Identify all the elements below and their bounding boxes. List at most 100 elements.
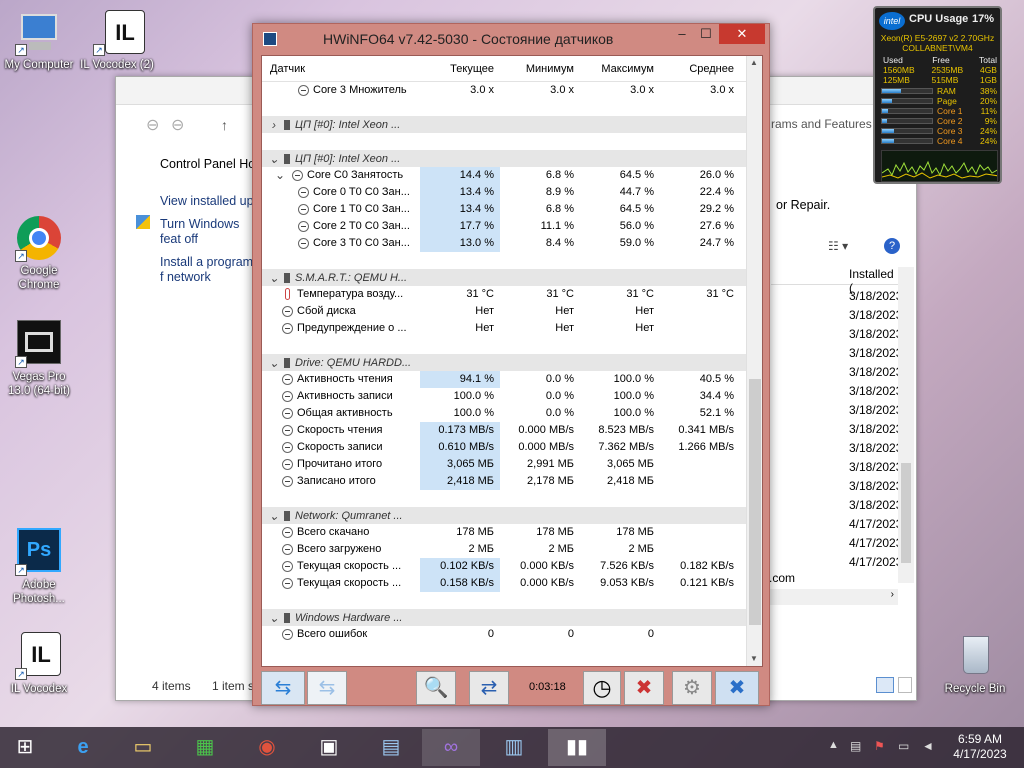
view-installed-updates-link[interactable]: View installed upd: [160, 194, 256, 208]
sensor-icon: [298, 203, 309, 215]
control-panel-home-link[interactable]: Control Panel Ho: [160, 157, 255, 171]
col-maximum[interactable]: Максимум: [580, 56, 660, 81]
start-button[interactable]: ⊞: [0, 729, 50, 766]
desktop-icon-label: My Computer: [4, 59, 74, 71]
usage-bar-fill: [882, 99, 892, 103]
desktop-icon-chrome[interactable]: ↗ Google Chrome: [0, 214, 78, 292]
collapse-chevron-icon[interactable]: ⌄: [268, 509, 280, 523]
sensor-row[interactable]: Активность чтения 94.1 % 0.0 % 100.0 % 40.5 …: [262, 370, 762, 388]
scroll-down-icon[interactable]: ▼: [750, 654, 758, 663]
value-current: 0.102 KB/s: [420, 557, 500, 575]
close-button[interactable]: ✕: [719, 24, 765, 44]
collapse-chevron-icon[interactable]: ⌄: [268, 611, 280, 625]
tray-doc-icon[interactable]: ▤: [850, 739, 861, 753]
sensor-row[interactable]: Всего скачано 178 МБ 178 МБ 178 МБ: [262, 524, 762, 541]
desktop-icon-il-vocodex[interactable]: IL ↗ IL Vocodex: [0, 632, 78, 696]
view-options-icon[interactable]: ☷ ▾: [828, 239, 848, 253]
explorer-vscroll[interactable]: [898, 267, 914, 583]
installed-on-header[interactable]: Installed (: [771, 263, 899, 295]
sensor-row[interactable]: Core 2 T0 C0 Зан... 17.7 % 11.1 % 56.0 % 27.…: [262, 217, 762, 235]
tray-chevron-icon[interactable]: ▲: [828, 739, 839, 751]
gadget-title: CPU Usage: [909, 13, 969, 25]
clock-button[interactable]: ◷: [583, 671, 621, 705]
sensor-row[interactable]: Прочитано итого 3,065 МБ 2,991 МБ 3,065 МБ: [262, 455, 762, 473]
desktop-icon-recycle-bin[interactable]: Recycle Bin: [936, 632, 1014, 696]
desktop-icon-photoshop[interactable]: Ps ↗ Adobe Photosh...: [0, 528, 78, 606]
turn-windows-features-link[interactable]: Turn Windows feat off: [160, 217, 255, 247]
sensor-row[interactable]: Всего ошибок 0 0 0: [262, 626, 762, 643]
tray-volume-icon[interactable]: ◄: [922, 739, 934, 753]
desktop-icon-vegas[interactable]: ↗ Vegas Pro 13.0 (64-bit): [0, 320, 78, 398]
collapse-arrows-button[interactable]: ⇆: [307, 671, 347, 705]
programs-features-breadcrumb[interactable]: rams and Features: [771, 117, 872, 131]
details-view-icon[interactable]: [876, 677, 894, 693]
sensor-row[interactable]: Записано итого 2,418 МБ 2,178 МБ 2,418 МБ: [262, 472, 762, 490]
sensor-row[interactable]: Core 3 T0 C0 Зан... 13.0 % 8.4 % 59.0 % 24.7…: [262, 234, 762, 252]
sensor-report-button[interactable]: 🔍: [416, 671, 456, 705]
sensor-row[interactable]: ⌄ Core C0 Занятость 14.4 % 6.8 % 64.5 % 26.0 …: [262, 166, 762, 184]
sensor-row[interactable]: Всего загружено 2 МБ 2 МБ 2 МБ: [262, 541, 762, 558]
back-icon[interactable]: ⊖: [146, 115, 159, 135]
exit-button[interactable]: ✖: [715, 671, 759, 705]
collapse-chevron-icon[interactable]: ⌄: [274, 168, 286, 182]
sensor-row[interactable]: Core 1 T0 C0 Зан... 13.4 % 6.8 % 64.5 % 29.2…: [262, 200, 762, 218]
explorer-hscroll[interactable]: ›: [766, 589, 898, 605]
help-icon[interactable]: ?: [884, 238, 900, 254]
sensor-row[interactable]: Общая активность 100.0 % 0.0 % 100.0 % 52.1 …: [262, 405, 762, 422]
maximize-button[interactable]: ☐: [693, 24, 719, 44]
network-button[interactable]: ⇄: [469, 671, 509, 705]
taskbar-chrome-icon[interactable]: ◉: [238, 729, 296, 766]
col-sensor[interactable]: Датчик: [262, 56, 420, 81]
sensor-vscroll[interactable]: ▲ ▼: [746, 56, 762, 666]
install-program-network-link[interactable]: Install a program f network: [160, 255, 255, 285]
sensor-group-header[interactable]: ⌄ Network: Qumranet ...: [262, 507, 762, 524]
reset-button[interactable]: ✖: [624, 671, 664, 705]
sensor-group-header[interactable]: ⌄ S.M.A.R.T.: QEMU H...: [262, 269, 762, 286]
desktop-icon-il-vocodex-2[interactable]: IL ↗ IL Vocodex (2): [78, 8, 156, 72]
sensor-group-header[interactable]: ⌄ Windows Hardware ...: [262, 609, 762, 626]
collapse-chevron-icon[interactable]: ⌄: [268, 356, 280, 370]
sensor-row[interactable]: Скорость записи 0.610 MB/s 0.000 MB/s 7.362…: [262, 438, 762, 456]
expand-arrows-button[interactable]: ⇆: [261, 671, 305, 705]
taskbar-ie-icon[interactable]: e: [54, 729, 112, 766]
sensor-row[interactable]: Температура возду... 31 °C 31 °C 31 °C 31 °C: [262, 286, 762, 303]
tray-network-icon[interactable]: ▭: [898, 739, 909, 753]
col-minimum[interactable]: Минимум: [500, 56, 580, 81]
tray-clock[interactable]: 6:59 AM 4/17/2023: [950, 732, 1010, 762]
sensor-icon: [282, 373, 293, 385]
taskbar-vegas-icon[interactable]: ▣: [300, 729, 358, 766]
collapse-chevron-icon[interactable]: ⌄: [268, 152, 280, 166]
value-current: 17.7 %: [420, 217, 500, 235]
col-average[interactable]: Среднее: [660, 56, 740, 81]
col-current[interactable]: Текущее: [420, 56, 500, 81]
expand-chevron-icon[interactable]: ›: [268, 118, 280, 132]
sensor-group-header[interactable]: › ЦП [#0]: Intel Xeon ...: [262, 116, 762, 133]
sensor-group-header[interactable]: ⌄ ЦП [#0]: Intel Xeon ...: [262, 150, 762, 167]
value-maximum: 7.362 MB/s: [598, 440, 654, 453]
scroll-up-icon[interactable]: ▲: [750, 58, 758, 67]
settings-button[interactable]: ⚙: [672, 671, 712, 705]
sensor-row[interactable]: Скорость чтения 0.173 MB/s 0.000 MB/s 8.523…: [262, 421, 762, 439]
taskbar-control-panel-icon[interactable]: ▤: [362, 729, 420, 766]
taskbar-hwinfo-icon[interactable]: ▮▮: [548, 729, 606, 766]
taskbar-computer-icon[interactable]: ▥: [485, 729, 543, 766]
tray-flag-icon[interactable]: ⚑: [874, 739, 885, 753]
collapse-chevron-icon[interactable]: ⌄: [268, 271, 280, 285]
tiles-view-icon[interactable]: [898, 677, 912, 693]
sensor-group-header[interactable]: ⌄ Drive: QEMU HARDD...: [262, 354, 762, 371]
sensor-row[interactable]: Core 3 Множитель 3.0 x 3.0 x 3.0 x 3.0 x: [262, 82, 762, 99]
taskbar-visual-studio-icon[interactable]: ∞: [422, 729, 480, 766]
sensor-row[interactable]: Предупреждение о ... Нет Нет Нет: [262, 320, 762, 337]
sensor-row[interactable]: Сбой диска Нет Нет Нет: [262, 303, 762, 320]
hwinfo-titlebar[interactable]: HWiNFO64 v7.42-5030 - Состояние датчиков…: [253, 24, 769, 54]
forward-icon[interactable]: ⊖: [171, 115, 184, 135]
sensor-row[interactable]: Текущая скорость ... 0.102 KB/s 0.000 KB/s…: [262, 557, 762, 575]
taskbar-explorer-icon[interactable]: ▭: [114, 729, 172, 766]
sensor-row[interactable]: Текущая скорость ... 0.158 KB/s 0.000 KB/s…: [262, 574, 762, 592]
sensor-row[interactable]: Core 0 T0 C0 Зан... 13.4 % 8.9 % 44.7 % 22.4…: [262, 183, 762, 201]
scroll-thumb[interactable]: [749, 379, 761, 625]
up-icon[interactable]: ↑: [221, 117, 228, 133]
desktop-icon-my-computer[interactable]: ↗ My Computer: [0, 8, 78, 72]
taskbar-store-icon[interactable]: ▦: [176, 729, 234, 766]
sensor-row[interactable]: Активность записи 100.0 % 0.0 % 100.0 % 34.4…: [262, 388, 762, 405]
